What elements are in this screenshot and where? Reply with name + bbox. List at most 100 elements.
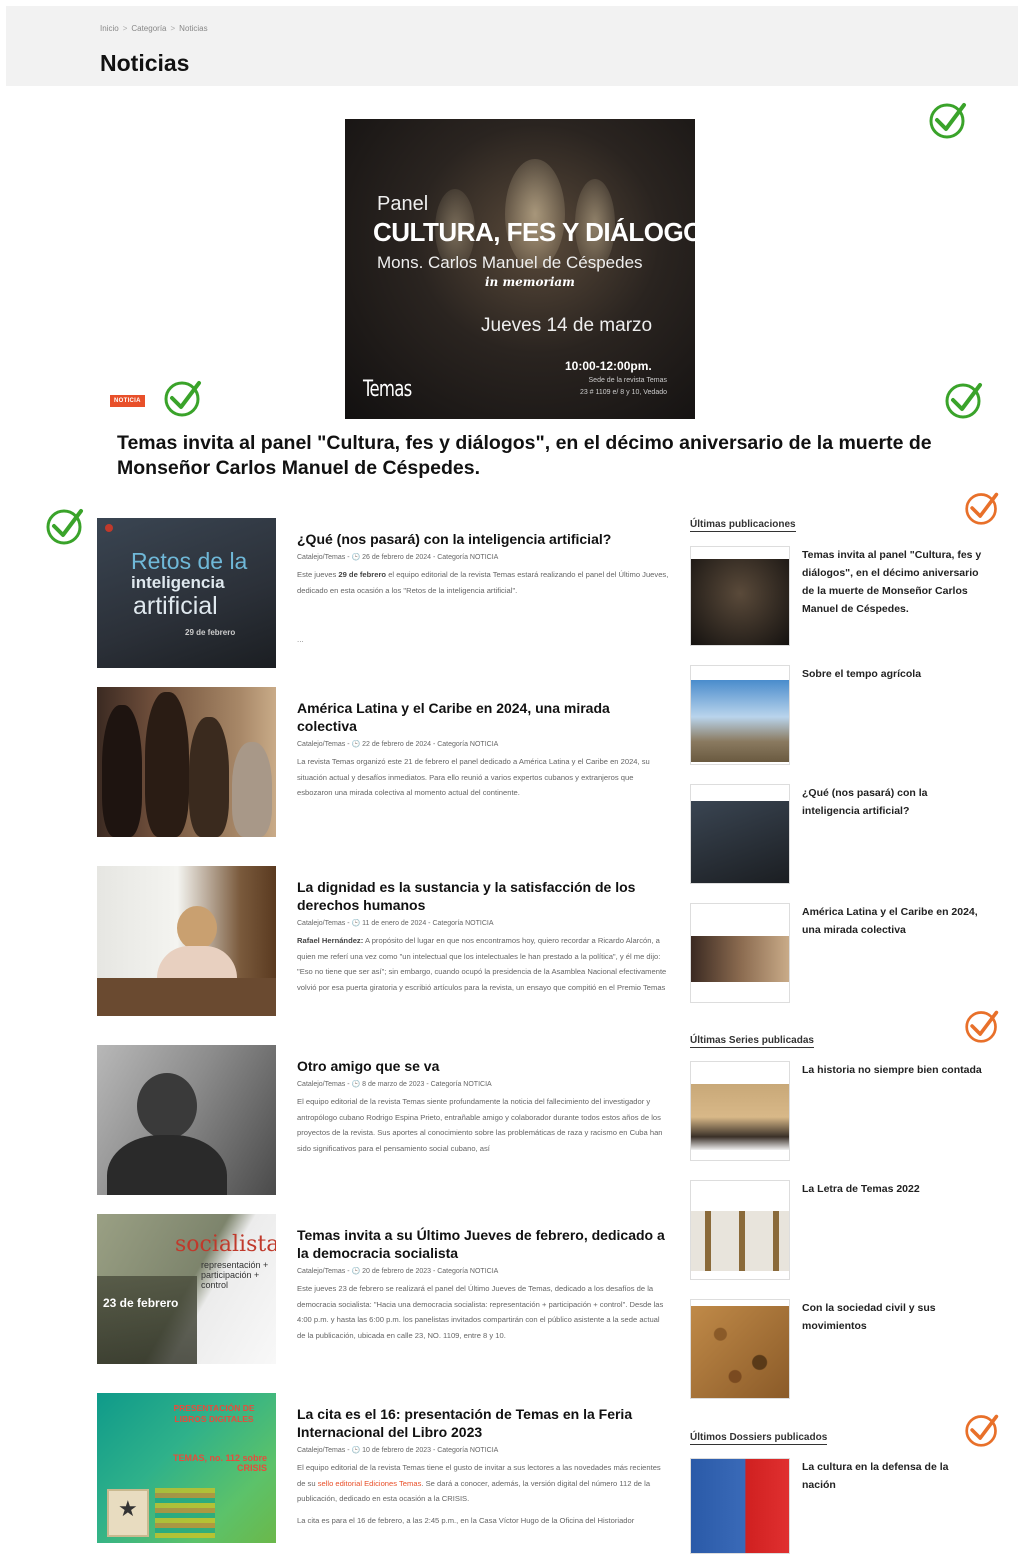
person-silhouette [189, 717, 229, 837]
check-icon [45, 506, 85, 546]
person-silhouette [232, 742, 272, 837]
check-icon [944, 380, 984, 420]
article-meta: Catalejo/Temas - 🕒 20 de febrero de 2023… [297, 1268, 499, 1275]
breadcrumb-current: Noticias [179, 24, 208, 33]
person-head [177, 906, 217, 950]
thumb-text: representación + participación + control [201, 1260, 269, 1290]
sidebar-item-title[interactable]: Con la sociedad civil y sus movimientos [802, 1299, 982, 1335]
publisher-link[interactable]: sello editorial Ediciones Temas [318, 1479, 422, 1488]
sidebar-latest-item[interactable]: América Latina y el Caribe en 2024, una … [690, 903, 990, 1013]
breadcrumb-separator: > [122, 24, 128, 33]
article-title[interactable]: Otro amigo que se va [297, 1057, 669, 1075]
featured-image[interactable]: Panel CULTURA, FES Y DIÁLOGOS Mons. Carl… [345, 119, 695, 419]
hero-subtitle: Mons. Carlos Manuel de Céspedes [377, 253, 643, 272]
article-thumbnail[interactable] [97, 866, 276, 1016]
sidebar-series-item[interactable]: La historia no siempre bien contada [690, 1061, 990, 1171]
check-icon [163, 378, 203, 418]
check-icon [928, 100, 968, 140]
page-header: Inicio > Categoría > Noticias Noticias [6, 6, 1018, 86]
sidebar-item-title[interactable]: Temas invita al panel "Cultura, fes y di… [802, 546, 982, 618]
article-excerpt: Este jueves 23 de febrero se realizará e… [297, 1284, 664, 1340]
article-item: América Latina y el Caribe en 2024, una … [97, 687, 672, 837]
article-thumbnail[interactable]: Retos de la inteligencia artificial 29 d… [97, 518, 276, 668]
breadcrumb-category[interactable]: Categoría [131, 24, 166, 33]
sidebar-thumbnail[interactable] [690, 784, 790, 884]
article-meta: Catalejo/Temas - 🕒 22 de febrero de 2024… [297, 741, 499, 748]
page-title: Noticias [100, 50, 190, 76]
thumb-text: TEMAS, no. 112 sobre CRISIS [172, 1453, 267, 1473]
sidebar-item-title[interactable]: ¿Qué (nos pasará) con la inteligencia ar… [802, 784, 982, 820]
hero-date: Jueves 14 de marzo [481, 315, 653, 336]
thumb-text: artificial [133, 592, 218, 620]
sidebar-thumbnail[interactable] [690, 903, 790, 1003]
sidebar-item-title[interactable]: Sobre el tempo agrícola [802, 665, 982, 683]
check-icon [964, 1008, 1000, 1044]
image-shadow [97, 1276, 197, 1364]
thumb-image [691, 680, 789, 762]
breadcrumb-home[interactable]: Inicio [100, 24, 119, 33]
thumb-image [691, 1306, 789, 1398]
breadcrumb: Inicio > Categoría > Noticias [100, 24, 208, 33]
article-item: PRESENTACIÓN DE LIBROS DIGITALES TEMAS, … [97, 1393, 672, 1543]
article-thumbnail[interactable] [97, 687, 276, 837]
featured-headline[interactable]: Temas invita al panel "Cultura, fes y di… [117, 431, 967, 481]
thumb-text: 23 de febrero [103, 1296, 179, 1310]
book-stack [155, 1488, 215, 1538]
sidebar-thumbnail[interactable] [690, 1458, 790, 1554]
person-silhouette [102, 705, 142, 837]
sidebar-thumbnail[interactable] [690, 1180, 790, 1280]
sidebar-dossier-item[interactable]: La cultura en la defensa de la nación [690, 1458, 990, 1554]
article-excerpt: Este jueves 29 de febrero el equipo edit… [297, 570, 669, 595]
hero-title: CULTURA, FES Y DIÁLOGOS [373, 217, 695, 247]
read-more[interactable]: ... [297, 635, 669, 644]
sidebar-latest-item[interactable]: Temas invita al panel "Cultura, fes y di… [690, 546, 990, 656]
article-excerpt: Rafael Hernández: A propósito del lugar … [297, 936, 667, 992]
sidebar-item-title[interactable]: La historia no siempre bien contada [802, 1061, 982, 1079]
breadcrumb-separator: > [170, 24, 176, 33]
check-icon [964, 490, 1000, 526]
article-title[interactable]: ¿Qué (nos pasará) con la inteligencia ar… [297, 530, 669, 548]
article-meta: Catalejo/Temas - 🕒 10 de febrero de 2023… [297, 1447, 499, 1454]
article-meta: Catalejo/Temas - 🕒 11 de enero de 2024 -… [297, 920, 494, 927]
article-thumbnail[interactable] [97, 1045, 276, 1195]
thumb-image [691, 1211, 789, 1271]
article-title[interactable]: Temas invita a su Último Jueves de febre… [297, 1226, 669, 1262]
sidebar-series-item[interactable]: La Letra de Temas 2022 [690, 1180, 990, 1290]
person-silhouette [145, 692, 189, 837]
check-icon [964, 1412, 1000, 1448]
category-badge[interactable]: NOTICIA [110, 395, 145, 407]
article-title[interactable]: La cita es el 16: presentación de Temas … [297, 1405, 669, 1441]
article-excerpt: El equipo editorial de la revista Temas … [297, 1463, 661, 1503]
sidebar-thumbnail[interactable] [690, 1061, 790, 1161]
article-title[interactable]: América Latina y el Caribe en 2024, una … [297, 699, 669, 735]
thumb-image [691, 559, 789, 645]
article-thumbnail[interactable]: socialista: representación + participaci… [97, 1214, 276, 1364]
sidebar-series-title: Últimas Series publicadas [690, 1035, 814, 1048]
sidebar-series-item[interactable]: Con la sociedad civil y sus movimientos [690, 1299, 990, 1409]
sidebar-dossiers-title: Últimos Dossiers publicados [690, 1432, 828, 1445]
thumb-text: PRESENTACIÓN DE LIBROS DIGITALES [173, 1403, 255, 1424]
article-excerpt: La revista Temas organizó este 21 de feb… [297, 757, 650, 797]
thumb-text: inteligencia [131, 573, 225, 592]
sidebar-latest-item[interactable]: Sobre el tempo agrícola [690, 665, 990, 775]
sidebar-thumbnail[interactable] [690, 665, 790, 765]
article-meta: Catalejo/Temas - 🕒 8 de marzo de 2023 - … [297, 1081, 492, 1088]
sidebar-item-title[interactable]: La Letra de Temas 2022 [802, 1180, 982, 1198]
article-meta: Catalejo/Temas - 🕒 26 de febrero de 2024… [297, 554, 499, 561]
article-excerpt-continued: La cita es para el 16 de febrero, a las … [297, 1516, 635, 1525]
sidebar-item-title[interactable]: La cultura en la defensa de la nación [802, 1458, 982, 1494]
temas-logo: Temas [363, 377, 412, 402]
hero-time: 10:00-12:00pm. [565, 359, 652, 373]
sidebar-thumbnail[interactable] [690, 546, 790, 646]
sidebar-thumbnail[interactable] [690, 1299, 790, 1399]
article-item: socialista: representación + participaci… [97, 1214, 672, 1364]
sidebar-latest-item[interactable]: ¿Qué (nos pasará) con la inteligencia ar… [690, 784, 990, 894]
thumb-image [691, 936, 789, 982]
article-thumbnail[interactable]: PRESENTACIÓN DE LIBROS DIGITALES TEMAS, … [97, 1393, 276, 1543]
sidebar-latest-title: Últimas publicaciones [690, 519, 796, 532]
thumb-image [691, 1084, 789, 1150]
article-title[interactable]: La dignidad es la sustancia y la satisfa… [297, 878, 669, 914]
sidebar-item-title[interactable]: América Latina y el Caribe en 2024, una … [802, 903, 982, 939]
table [97, 978, 276, 1016]
article-item: Otro amigo que se va Catalejo/Temas - 🕒 … [97, 1045, 672, 1195]
